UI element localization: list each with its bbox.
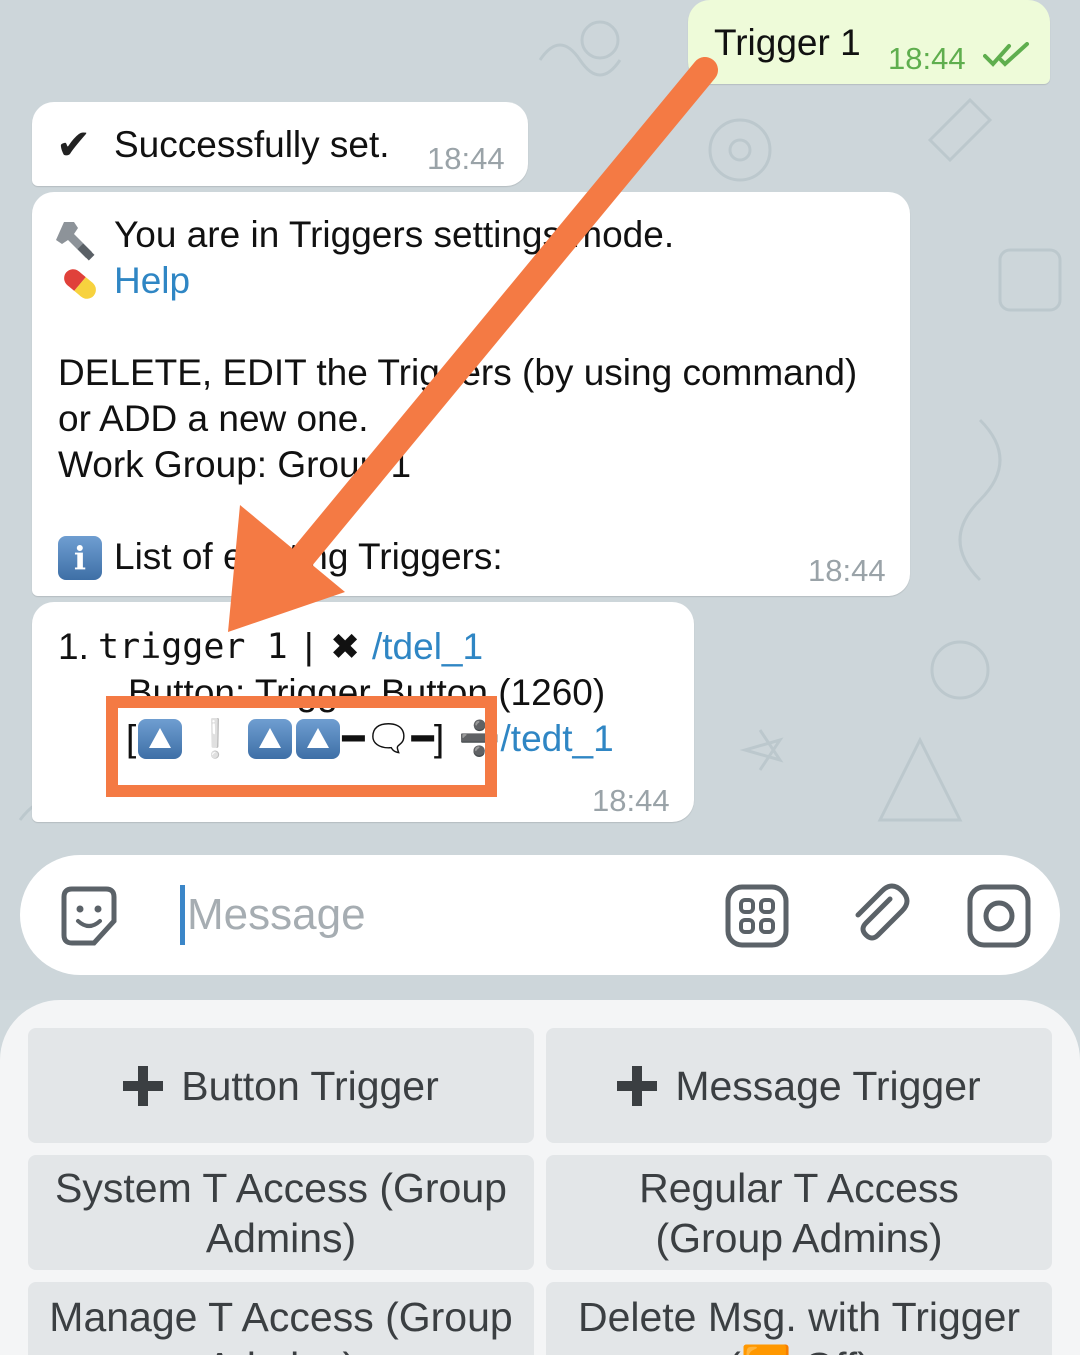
keyboard-button-label: Delete Msg. with Trigger (🔽 Off) <box>577 1294 1021 1355</box>
add-button-trigger-button[interactable]: Button Trigger <box>28 1028 534 1143</box>
add-message-trigger-button[interactable]: Message Trigger <box>546 1028 1052 1143</box>
trigger-item-separator: | <box>304 626 314 667</box>
system-access-button[interactable]: System T Access (Group Admins) <box>28 1155 534 1270</box>
sticker-icon[interactable] <box>56 883 122 949</box>
trigger-list-time: 18:44 <box>592 783 670 818</box>
dash-separator: ━ <box>411 718 434 759</box>
settings-message-time: 18:44 <box>808 553 886 588</box>
settings-line-group: Work Group: Group 1 <box>58 444 412 485</box>
read-double-check-icon <box>983 42 1029 67</box>
keyboard-button-label: System T Access (Group Admins) <box>55 1164 507 1261</box>
plus-icon <box>617 1065 658 1106</box>
divide-icon: ➗ <box>458 720 501 758</box>
settings-message[interactable]: You are in Triggers settings mode. Help … <box>32 192 910 596</box>
keyboard-button-label: Button Trigger <box>181 1062 439 1109</box>
edit-command-link[interactable]: /tedt_1 <box>501 716 614 762</box>
speech-bubble-icon: 🗨 <box>364 718 412 759</box>
keyboard-button-label: Message Trigger <box>675 1062 981 1109</box>
bot-keyboard: Button Trigger Message Trigger System T … <box>0 1000 1080 1355</box>
trigger-settings-row: [ ❕ ━ 🗨 ━ ] ➗ /tedt_1 <box>126 716 614 762</box>
info-icon: i <box>58 536 102 580</box>
bracket-open: [ <box>126 718 137 759</box>
settings-line-add: or ADD a new one. <box>58 398 369 439</box>
delete-icon: ✖ <box>330 626 361 667</box>
camera-icon[interactable] <box>966 883 1032 949</box>
delete-msg-button[interactable]: Delete Msg. with Trigger (🔽 Off) <box>546 1282 1052 1355</box>
bracket-close: ] <box>433 718 445 759</box>
check-mark-icon: ✔ <box>56 121 92 168</box>
trigger-item-prefix: 1. <box>58 626 89 667</box>
success-message-text: Successfully set. <box>114 124 390 165</box>
up-arrow-icon <box>296 719 341 759</box>
settings-line-delete-edit: DELETE, EDIT the Triggers (by using comm… <box>58 352 858 393</box>
settings-line-mode: You are in Triggers settings mode. <box>114 214 675 255</box>
delete-command-link[interactable]: /tdel_1 <box>372 624 483 670</box>
success-message-time: 18:44 <box>427 141 505 176</box>
manage-access-button[interactable]: Manage T Access (Group Admins) <box>28 1282 534 1355</box>
trigger-item-name: trigger 1 <box>98 627 288 667</box>
trigger-list-message[interactable]: 1. trigger 1 | ✖ /tdel_1 Button: Trigger… <box>32 602 694 822</box>
pill-icon <box>56 260 104 319</box>
dash-separator: ━ <box>342 718 365 759</box>
up-arrow-icon <box>138 719 183 759</box>
plus-icon <box>123 1065 164 1106</box>
bot-keyboard-icon[interactable] <box>724 883 790 949</box>
settings-line-list: List of existing Triggers: <box>114 536 503 577</box>
exclamation-icon: ❕ <box>192 718 239 759</box>
success-message[interactable]: ✔ Successfully set. 18:44 <box>32 102 528 186</box>
regular-access-button[interactable]: Regular T Access (Group Admins) <box>546 1155 1052 1270</box>
outgoing-message-text: Trigger 1 <box>714 22 861 63</box>
keyboard-button-label: Manage T Access (Group Admins) <box>49 1294 513 1355</box>
up-arrow-icon <box>248 719 293 759</box>
keyboard-button-label: Regular T Access (Group Admins) <box>639 1164 959 1261</box>
message-input[interactable]: Message <box>180 885 366 945</box>
message-input-bar: Message <box>20 855 1060 975</box>
attach-icon[interactable] <box>846 883 912 949</box>
outgoing-message[interactable]: Trigger 1 18:44 <box>688 0 1050 84</box>
help-link[interactable]: Help <box>114 258 190 304</box>
trigger-button-line: Button: Trigger Button (1260) <box>128 672 606 713</box>
outgoing-message-time: 18:44 <box>888 41 966 76</box>
